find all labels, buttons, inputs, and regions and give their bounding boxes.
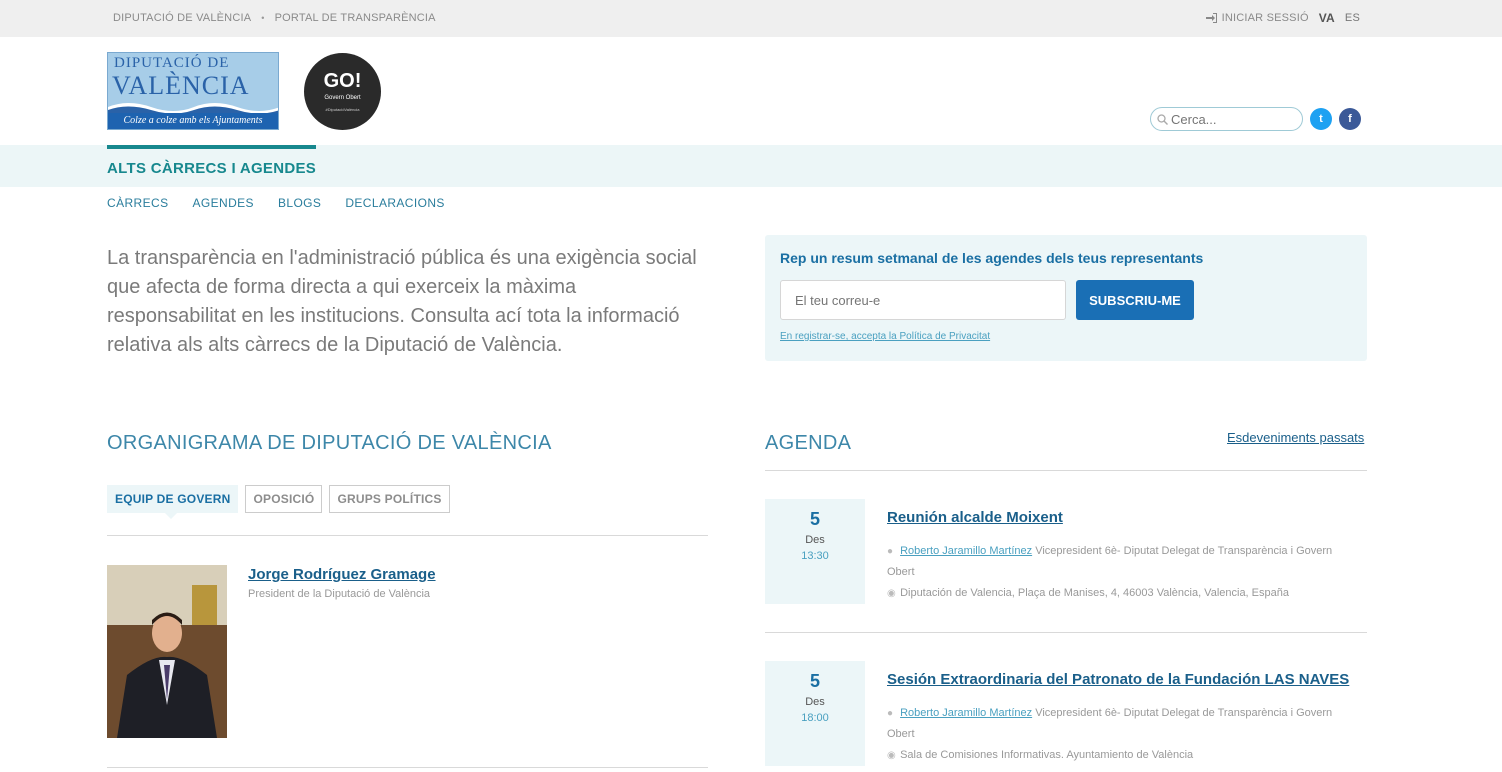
subscribe-panel: Rep un resum setmanal de les agendes del… [765, 235, 1367, 361]
event-meta: ● Roberto Jaramillo Martínez Vicepreside… [887, 541, 1357, 604]
crumb-portal[interactable]: PORTAL DE TRANSPARÈNCIA [275, 12, 436, 24]
event-month: Des [805, 534, 825, 546]
person-icon: ● [887, 546, 894, 557]
crumb-separator: • [261, 13, 265, 23]
person-name-link[interactable]: Jorge Rodríguez Gramage [248, 566, 436, 583]
logo-line2: VALÈNCIA [112, 71, 250, 100]
event-person-link[interactable]: Roberto Jaramillo Martínez [900, 545, 1032, 557]
diputacio-logo[interactable]: DIPUTACIÓ DE VALÈNCIA Colze a colze amb … [107, 52, 279, 130]
event-person-link[interactable]: Roberto Jaramillo Martínez [900, 707, 1032, 719]
login-icon [1205, 13, 1217, 23]
event-meta: ● Roberto Jaramillo Martínez Vicepreside… [887, 703, 1357, 766]
subnav-declaracions[interactable]: DECLARACIONS [345, 196, 445, 210]
login-link[interactable]: INICIAR SESSIÓ [1205, 12, 1309, 24]
event-date-box: 5 Des 13:30 [765, 499, 865, 604]
organigram-tabs: EQUIP DE GOVERN OPOSICIÓ GRUPS POLÍTICS [107, 485, 450, 519]
sub-navigation: CÀRRECS AGENDES BLOGS DECLARACIONS [107, 196, 445, 210]
go-title: GO! [323, 70, 362, 92]
login-label: INICIAR SESSIÓ [1221, 12, 1309, 24]
past-events-link[interactable]: Esdeveniments passats [1227, 430, 1364, 445]
go-subtitle: Govern Obert [324, 95, 361, 101]
location-icon: ◉ [887, 588, 896, 599]
topbar-actions: INICIAR SESSIÓ VA ES [1205, 11, 1360, 25]
event-day: 5 [809, 671, 820, 691]
event-time: 18:00 [801, 712, 829, 724]
breadcrumb: DIPUTACIÓ DE VALÈNCIA • PORTAL DE TRANSP… [113, 12, 436, 24]
event-location: Diputación de Valencia, Plaça de Manises… [900, 587, 1289, 599]
facebook-icon[interactable]: f [1339, 108, 1361, 130]
location-icon: ◉ [887, 750, 896, 761]
section-title[interactable]: ALTS CÀRRECS I AGENDES [107, 145, 317, 187]
subscribe-title: Rep un resum setmanal de les agendes del… [780, 250, 1204, 266]
event-month: Des [805, 696, 825, 708]
logo-tagline: Colze a colze amb els Ajuntaments [108, 113, 278, 129]
divider [107, 767, 708, 768]
search-box [1150, 107, 1303, 131]
tab-equip-de-govern[interactable]: EQUIP DE GOVERN [107, 485, 239, 519]
search-icon [1157, 113, 1168, 125]
event-location: Sala de Comisiones Informativas. Ayuntam… [900, 749, 1194, 761]
event-day: 5 [809, 509, 820, 529]
portrait-image [107, 565, 227, 738]
search-input[interactable] [1171, 111, 1291, 127]
top-utility-bar: DIPUTACIÓ DE VALÈNCIA • PORTAL DE TRANSP… [0, 0, 1502, 37]
event-title-link[interactable]: Sesión Extraordinaria del Patronato de l… [887, 671, 1349, 688]
organigram-title: ORGANIGRAMA DE DIPUTACIÓ DE VALÈNCIA [107, 432, 552, 454]
logo-wave-icon [108, 103, 278, 113]
tab-grups-politics[interactable]: GRUPS POLÍTICS [329, 485, 450, 513]
lang-va[interactable]: VA [1319, 11, 1335, 25]
site-header: DIPUTACIÓ DE VALÈNCIA Colze a colze amb … [0, 37, 1502, 145]
email-field[interactable] [780, 280, 1066, 320]
event-time: 13:30 [801, 550, 829, 562]
divider [765, 632, 1367, 633]
go-hashtag: #DiputacióValència [325, 107, 360, 112]
divider [107, 535, 708, 536]
person-role: President de la Diputació de València [248, 588, 431, 600]
event-title-link[interactable]: Reunión alcalde Moixent [887, 509, 1063, 526]
person-icon: ● [887, 708, 894, 719]
agenda-title: AGENDA [765, 432, 852, 454]
tab-oposicio[interactable]: OPOSICIÓ [245, 485, 323, 513]
divider [765, 470, 1367, 471]
subnav-carrecs[interactable]: CÀRRECS [107, 196, 168, 210]
section-bar: ALTS CÀRRECS I AGENDES [0, 145, 1502, 187]
event-date-box: 5 Des 18:00 [765, 661, 865, 766]
crumb-diputacio[interactable]: DIPUTACIÓ DE VALÈNCIA [113, 12, 251, 24]
privacy-link[interactable]: En registrar-se, accepta la Política de … [780, 331, 990, 342]
intro-text: La transparència en l'administració públ… [107, 247, 697, 356]
logo-line1: DIPUTACIÓ DE [114, 55, 230, 71]
subnav-blogs[interactable]: BLOGS [278, 196, 321, 210]
twitter-icon[interactable]: t [1310, 108, 1332, 130]
lang-es[interactable]: ES [1345, 12, 1360, 24]
subnav-agendes[interactable]: AGENDES [192, 196, 253, 210]
person-photo[interactable] [107, 565, 227, 738]
govern-obert-badge[interactable]: GO! Govern Obert #DiputacióValència [304, 53, 381, 130]
subscribe-button[interactable]: SUBSCRIU-ME [1076, 280, 1194, 320]
